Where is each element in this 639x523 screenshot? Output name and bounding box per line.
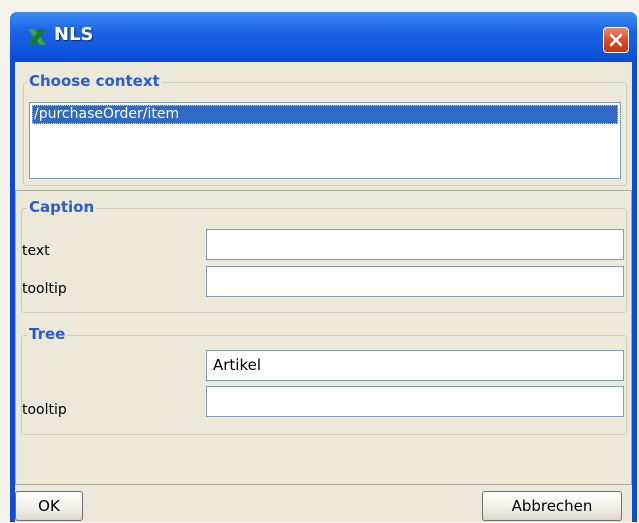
tree-legend: Tree xyxy=(27,325,68,343)
context-list-item[interactable]: /purchaseOrder/item xyxy=(32,105,618,124)
title-bar[interactable]: NLS xyxy=(10,12,637,60)
tree-text-input[interactable]: Artikel xyxy=(206,350,624,381)
caption-legend: Caption xyxy=(27,198,97,216)
window-title: NLS xyxy=(54,24,94,45)
caption-group xyxy=(21,208,627,313)
caption-tooltip-input[interactable] xyxy=(206,266,624,297)
context-legend: Choose context xyxy=(27,72,162,90)
caption-text-label: text xyxy=(22,243,50,259)
dialog-client-area: Choose context /purchaseOrder/item Capti… xyxy=(15,62,632,522)
nls-dialog: NLS Choose context /purchaseOrder/item C… xyxy=(10,12,637,522)
close-icon xyxy=(609,33,623,47)
context-listbox[interactable]: /purchaseOrder/item xyxy=(29,102,621,179)
caption-tooltip-label: tooltip xyxy=(22,281,67,297)
button-bar: OK Abbrechen xyxy=(15,485,632,522)
xml-spy-x-icon xyxy=(28,29,46,45)
close-button[interactable] xyxy=(603,27,629,53)
ok-button[interactable]: OK xyxy=(15,491,83,521)
tree-tooltip-label: tooltip xyxy=(22,402,67,418)
caption-text-input[interactable] xyxy=(206,229,624,260)
cancel-button[interactable]: Abbrechen xyxy=(482,491,622,521)
tree-tooltip-input[interactable] xyxy=(206,386,624,417)
